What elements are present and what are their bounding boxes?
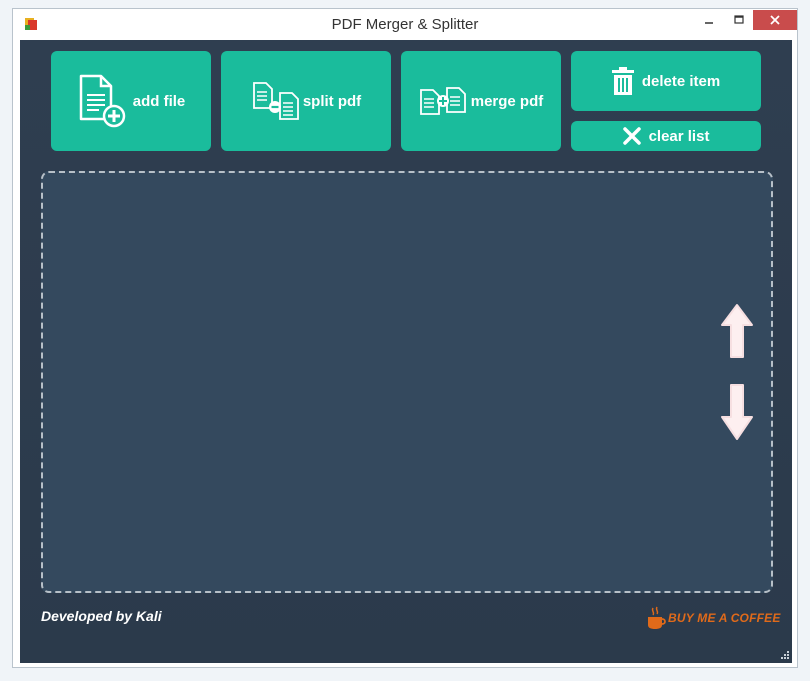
resize-grip-icon[interactable] — [780, 650, 790, 660]
maximize-button[interactable] — [725, 10, 753, 30]
add-file-label: add file — [132, 92, 186, 110]
clear-list-label: clear list — [648, 127, 710, 145]
developer-credit: Developed by Kali — [41, 608, 162, 624]
minimize-button[interactable] — [695, 10, 723, 30]
arrow-down-icon — [721, 384, 753, 440]
move-down-button[interactable] — [720, 383, 754, 446]
file-add-icon — [79, 74, 125, 128]
clear-list-button[interactable]: clear list — [571, 121, 761, 151]
delete-item-label: delete item — [641, 72, 721, 90]
split-pdf-button[interactable]: split pdf — [221, 51, 391, 151]
file-list[interactable] — [41, 171, 773, 593]
add-file-button[interactable]: add file — [51, 51, 211, 151]
trash-icon — [611, 67, 634, 95]
x-cross-icon — [622, 127, 641, 145]
close-icon — [770, 15, 780, 25]
maximize-icon — [734, 15, 744, 24]
merge-pdf-label: merge pdf — [470, 92, 544, 110]
window-title: PDF Merger & Splitter — [331, 16, 479, 33]
merge-pdf-button[interactable]: merge pdf — [401, 51, 561, 151]
move-up-button[interactable] — [720, 303, 754, 366]
app-window: PDF Merger & Splitter add file split pdf… — [12, 8, 798, 668]
split-files-icon — [252, 82, 299, 120]
close-button[interactable] — [753, 10, 797, 30]
minimize-icon — [705, 22, 713, 24]
delete-item-button[interactable]: delete item — [571, 51, 761, 111]
main-panel: add file split pdf merge pdf delete item… — [20, 40, 792, 663]
title-bar[interactable]: PDF Merger & Splitter — [13, 9, 797, 40]
buy-me-a-coffee-label: BUY ME A COFFEE — [668, 611, 781, 625]
buy-me-a-coffee-link[interactable]: BUY ME A COFFEE — [646, 606, 781, 630]
coffee-cup-icon — [648, 606, 666, 629]
split-pdf-label: split pdf — [302, 92, 362, 110]
merge-files-icon — [419, 87, 466, 115]
arrow-up-icon — [721, 304, 753, 358]
